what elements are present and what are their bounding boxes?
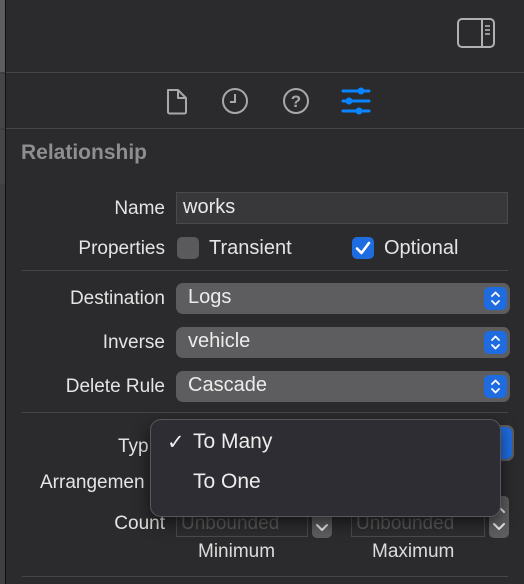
menu-item-label: To Many [193, 430, 273, 453]
menu-item-to-many[interactable]: ✓ To Many [151, 424, 500, 460]
type-popup-stepper[interactable] [500, 427, 512, 459]
name-field[interactable]: works [176, 192, 508, 224]
menu-item-to-one[interactable]: To One [151, 464, 500, 500]
section-title: Relationship [21, 141, 148, 164]
section-divider [22, 412, 508, 413]
popup-stepper-icon [484, 375, 507, 398]
menu-item-label: To One [193, 470, 261, 493]
sliders-icon[interactable] [341, 87, 371, 120]
svg-text:?: ? [291, 92, 301, 111]
checkmark-icon [355, 241, 371, 255]
destination-value: Logs [188, 286, 232, 308]
delete-rule-popup[interactable]: Cascade [176, 371, 510, 402]
properties-label: Properties [78, 238, 165, 259]
optional-label[interactable]: Optional [384, 237, 459, 260]
transient-checkbox[interactable] [177, 237, 199, 259]
delete-rule-value: Cascade [188, 374, 267, 396]
checkmark-icon: ✓ [167, 431, 185, 454]
section-divider [22, 270, 508, 271]
document-icon[interactable] [165, 88, 189, 120]
destination-label: Destination [69, 288, 165, 309]
delete-rule-label: Delete Rule [65, 376, 165, 397]
popup-stepper-icon [484, 287, 507, 310]
inverse-label: Inverse [102, 332, 165, 353]
type-dropdown-menu: ✓ To Many To One [150, 419, 501, 517]
popup-stepper-icon [484, 331, 507, 354]
transient-label[interactable]: Transient [209, 237, 292, 260]
optional-checkbox[interactable] [352, 237, 374, 259]
inverse-value: vehicle [188, 330, 251, 352]
clock-icon[interactable] [221, 87, 249, 120]
destination-popup[interactable]: Logs [176, 283, 510, 314]
count-maximum-label: Maximum [372, 541, 455, 562]
toolbar-divider [6, 72, 524, 73]
tabs-divider [6, 128, 524, 129]
inspector-toolbar [6, 0, 524, 72]
count-minimum-label: Minimum [198, 541, 276, 562]
section-divider [22, 576, 508, 577]
arrangement-label: Arrangemen [40, 472, 145, 493]
inverse-popup[interactable]: vehicle [176, 327, 510, 358]
type-label: Typ [118, 436, 149, 457]
sidebar-right-icon[interactable] [456, 17, 496, 54]
question-circle-icon[interactable]: ? [282, 87, 310, 120]
name-label: Name [114, 198, 165, 219]
